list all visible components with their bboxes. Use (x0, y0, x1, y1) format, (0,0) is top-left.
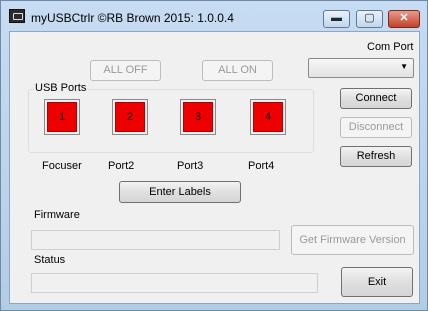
usb-app-icon[interactable] (9, 9, 25, 23)
com-port-label: Com Port (367, 41, 414, 53)
port-1-indicator: 1 (47, 102, 77, 132)
usb-ports-group: USB Ports 1 2 3 4 (28, 82, 314, 153)
port-4-indicator: 4 (253, 102, 283, 132)
port-2-toggle[interactable]: 2 (112, 99, 148, 135)
status-label: Status (34, 254, 66, 266)
status-field (31, 273, 318, 293)
firmware-label: Firmware (34, 209, 80, 221)
port-2-indicator: 2 (115, 102, 145, 132)
get-firmware-version-button[interactable]: Get Firmware Version (291, 225, 414, 255)
port-1-toggle[interactable]: 1 (44, 99, 80, 135)
close-button[interactable]: ✕ (388, 10, 420, 28)
window-title: myUSBCtrlr ©RB Brown 2015: 1.0.0.4 (31, 11, 234, 25)
app-window: myUSBCtrlr ©RB Brown 2015: 1.0.0.4 ▬ ▢ ✕… (0, 0, 428, 311)
all-on-button[interactable]: ALL ON (202, 60, 273, 81)
port-3-label: Port3 (177, 160, 204, 172)
minimize-button[interactable]: ▬ (323, 10, 350, 28)
chevron-down-icon[interactable]: ▼ (400, 62, 408, 71)
com-port-dropdown[interactable]: ▼ (308, 58, 414, 78)
enter-labels-button[interactable]: Enter Labels (119, 181, 241, 203)
all-off-button[interactable]: ALL OFF (90, 60, 161, 81)
exit-button[interactable]: Exit (341, 267, 413, 297)
port-4-label: Port4 (248, 160, 275, 172)
port-2-label: Port2 (108, 160, 135, 172)
disconnect-button[interactable]: Disconnect (340, 117, 412, 138)
port-3-toggle[interactable]: 3 (180, 99, 216, 135)
port-3-indicator: 3 (183, 102, 213, 132)
connect-button[interactable]: Connect (340, 88, 412, 109)
port-4-toggle[interactable]: 4 (250, 99, 286, 135)
firmware-field (31, 230, 280, 250)
maximize-button[interactable]: ▢ (356, 10, 383, 28)
usb-ports-group-title: USB Ports (34, 82, 88, 94)
refresh-button[interactable]: Refresh (340, 146, 412, 167)
client-area: Com Port ▼ ALL OFF ALL ON USB Ports 1 2 … (9, 31, 420, 304)
title-bar[interactable]: myUSBCtrlr ©RB Brown 2015: 1.0.0.4 ▬ ▢ ✕ (1, 1, 427, 31)
port-1-label: Focuser (42, 160, 82, 172)
